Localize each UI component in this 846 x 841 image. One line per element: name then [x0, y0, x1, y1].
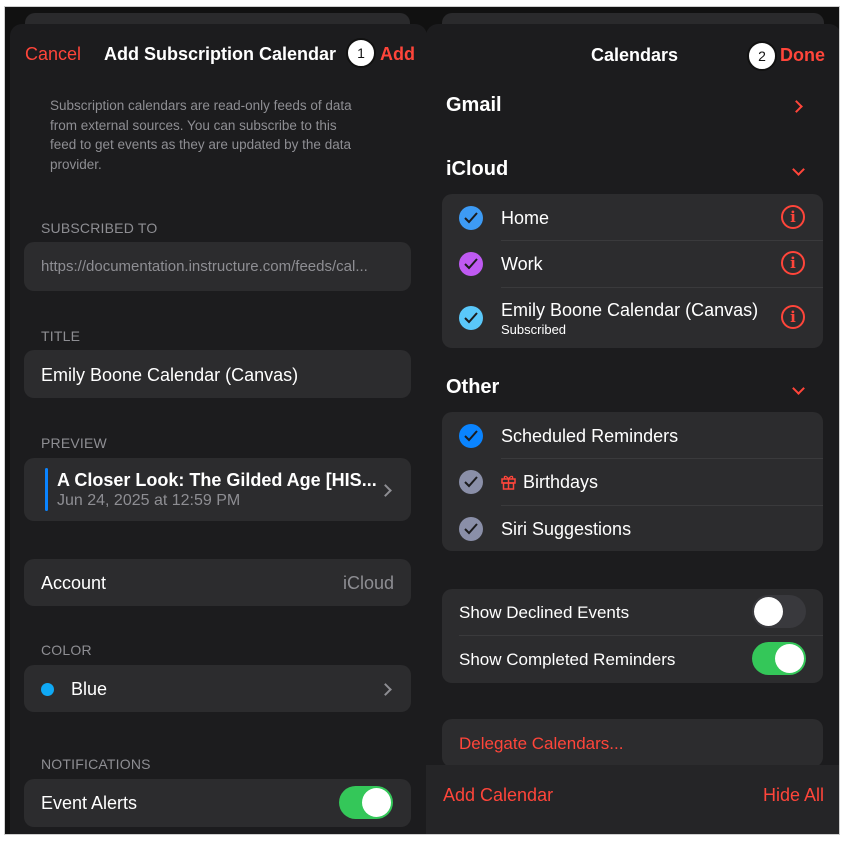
description-line: feed to get events as they are updated b… [50, 137, 351, 152]
icloud-section-header: iCloud [446, 158, 509, 180]
color-value: Blue [71, 679, 108, 699]
account-row[interactable]: Account iCloud [24, 559, 411, 606]
toggle-knob [362, 788, 391, 817]
hide-all-button[interactable]: Hide All [763, 785, 824, 806]
icloud-calendar-list: Home i Work i Emily Boone Calendar (Canv… [442, 194, 823, 348]
chevron-right-icon[interactable] [790, 100, 803, 113]
chevron-right-icon [379, 484, 392, 497]
preview-event-time: Jun 24, 2025 at 12:59 PM [57, 492, 241, 509]
gift-icon [501, 475, 516, 490]
description-line: Subscription calendars are read-only fee… [50, 98, 352, 113]
subscribed-to-label: SUBSCRIBED TO [41, 220, 158, 236]
calendar-row-scheduled-reminders[interactable]: Scheduled Reminders [442, 412, 823, 458]
calendar-row-home[interactable]: Home i [442, 194, 823, 240]
info-icon[interactable]: i [781, 305, 805, 329]
delegate-calendars-link[interactable]: Delegate Calendars... [459, 734, 623, 754]
preview-label: PREVIEW [41, 435, 107, 451]
calendar-name: Birthdays [523, 472, 599, 492]
display-options-list: Show Declined Events Show Completed Remi… [442, 589, 823, 683]
show-declined-events-toggle[interactable] [752, 595, 806, 628]
checkmark-icon[interactable] [459, 206, 483, 230]
chevron-down-icon[interactable] [792, 163, 805, 176]
calendar-row-emily-boone[interactable]: Emily Boone Calendar (Canvas) Subscribed… [442, 288, 823, 348]
show-completed-reminders-label: Show Completed Reminders [459, 650, 676, 669]
info-icon[interactable]: i [781, 205, 805, 229]
cancel-button[interactable]: Cancel [25, 44, 81, 65]
preview-event-row[interactable]: A Closer Look: The Gilded Age [HIS... Ju… [24, 458, 411, 521]
description-line: from external sources. You can subscribe… [50, 117, 337, 133]
checkmark-icon[interactable] [459, 306, 483, 330]
event-alerts-toggle[interactable] [339, 786, 393, 819]
calendar-name: Scheduled Reminders [501, 426, 679, 446]
subscription-description: Subscription calendars are read-only fee… [50, 96, 410, 174]
gmail-section-header[interactable]: Gmail [446, 94, 502, 117]
color-row[interactable]: Blue [24, 665, 411, 712]
other-calendar-list: Scheduled Reminders Birthdays Siri Sugge… [442, 412, 823, 551]
subscribed-url-field[interactable]: https://documentation.instructure.com/fe… [24, 242, 411, 291]
checkmark-icon[interactable] [459, 470, 483, 494]
delegate-calendars-row[interactable]: Delegate Calendars... [442, 719, 823, 767]
step-badge-2: 2 [747, 41, 777, 71]
description-line: provider. [50, 156, 102, 172]
calendars-sheet: Calendars Done Gmail iCloud Home i Work … [426, 24, 839, 834]
calendar-name: Home [501, 208, 550, 228]
show-completed-reminders-toggle[interactable] [752, 642, 806, 675]
chevron-down-icon[interactable] [792, 382, 805, 395]
calendar-name: Siri Suggestions [501, 519, 632, 539]
preview-event-title: A Closer Look: The Gilded Age [HIS... [57, 470, 377, 490]
calendar-row-work[interactable]: Work i [442, 241, 823, 287]
chevron-right-icon [379, 683, 392, 696]
event-color-bar [45, 468, 48, 511]
checkmark-icon[interactable] [459, 424, 483, 448]
title-input[interactable]: Emily Boone Calendar (Canvas) [24, 350, 411, 398]
add-subscription-calendar-sheet: Cancel Add Subscription Calendar Add Sub… [10, 24, 427, 834]
calendars-footer-bar: Add Calendar Hide All [426, 765, 839, 834]
subscribed-url-value: https://documentation.instructure.com/fe… [41, 258, 368, 275]
calendars-title: Calendars [591, 45, 679, 65]
title-value: Emily Boone Calendar (Canvas) [41, 365, 299, 385]
calendar-name: Work [501, 254, 543, 274]
checkmark-icon[interactable] [459, 517, 483, 541]
event-alerts-label: Event Alerts [41, 793, 138, 813]
calendar-name: Emily Boone Calendar (Canvas) [501, 300, 759, 320]
done-button[interactable]: Done [780, 45, 825, 66]
account-label: Account [41, 573, 107, 593]
toggle-knob [754, 597, 783, 626]
screenshot-frame: Cancel Add Subscription Calendar Add Sub… [4, 6, 840, 835]
sheet-title: Add Subscription Calendar [104, 44, 337, 64]
step-badge-1: 1 [346, 38, 376, 68]
show-declined-events-label: Show Declined Events [459, 603, 630, 622]
add-button[interactable]: Add [380, 44, 415, 65]
title-label: TITLE [41, 328, 81, 344]
account-value: iCloud [342, 573, 394, 593]
event-alerts-row: Event Alerts [24, 779, 411, 827]
calendar-row-birthdays[interactable]: Birthdays [442, 459, 823, 505]
calendar-sublabel: Subscribed [501, 322, 567, 337]
calendar-row-siri-suggestions[interactable]: Siri Suggestions [442, 506, 823, 551]
info-icon[interactable]: i [781, 251, 805, 275]
toggle-knob [775, 644, 804, 673]
add-calendar-button[interactable]: Add Calendar [443, 785, 553, 806]
other-section-header: Other [446, 376, 500, 398]
color-label: COLOR [41, 642, 92, 658]
color-swatch-dot [41, 683, 54, 696]
row-divider [459, 635, 823, 636]
checkmark-icon[interactable] [459, 252, 483, 276]
notifications-label: NOTIFICATIONS [41, 756, 151, 772]
